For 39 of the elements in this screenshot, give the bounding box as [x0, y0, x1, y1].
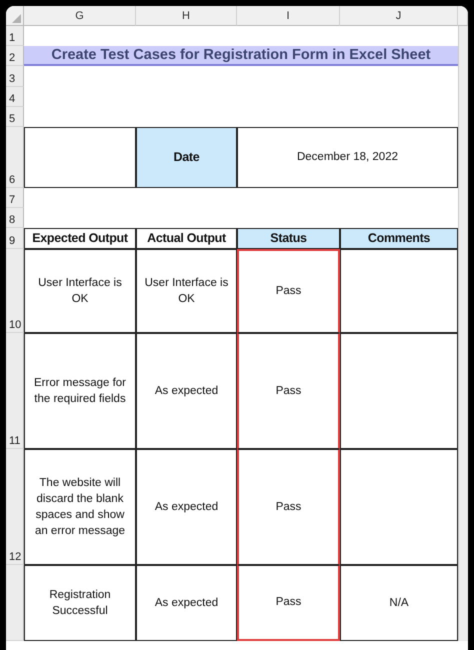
row-number[interactable]: 3	[6, 66, 24, 87]
row-number[interactable]: 11	[6, 333, 24, 449]
column-heading: Expected Output	[24, 228, 136, 249]
sheet-title: Create Test Cases for Registration Form in Excel Sheet	[24, 46, 458, 66]
column-heading: Comments	[340, 228, 458, 249]
row-number[interactable]: 6	[6, 127, 24, 188]
table-cell: Pass	[237, 333, 340, 449]
table-cell: Pass	[237, 565, 340, 641]
column-heading: Status	[237, 228, 340, 249]
column-header[interactable]: J	[340, 6, 458, 26]
row-number[interactable]: 10	[6, 249, 24, 333]
row-number[interactable]: 9	[6, 228, 24, 249]
column-header[interactable]: I	[237, 6, 340, 26]
row-number[interactable]: 1	[6, 26, 24, 46]
table-cell: Pass	[237, 249, 340, 333]
table-cell: User Interface is OK	[136, 249, 237, 333]
column-heading: Actual Output	[136, 228, 237, 249]
column-header[interactable]: G	[24, 6, 136, 26]
column-header[interactable]: H	[136, 6, 237, 26]
date-label: Date	[136, 127, 237, 188]
row-number[interactable]: 12	[6, 449, 24, 565]
row-number[interactable]	[6, 565, 24, 641]
table-cell: As expected	[136, 565, 237, 641]
row-number[interactable]: 8	[6, 208, 24, 228]
row-number[interactable]: 4	[6, 87, 24, 107]
table-cell: Pass	[237, 449, 340, 565]
table-cell: N/A	[340, 565, 458, 641]
date-value: December 18, 2022	[237, 127, 458, 188]
select-all-icon[interactable]	[12, 14, 21, 23]
column-header[interactable]	[458, 6, 468, 26]
table-cell: User Interface is OK	[24, 249, 136, 333]
row-number[interactable]: 2	[6, 46, 24, 66]
table-cell: As expected	[136, 333, 237, 449]
table-cell: Error message for the required fields	[24, 333, 136, 449]
table-cell: As expected	[136, 449, 237, 565]
row-number[interactable]: 5	[6, 107, 24, 127]
table-cell: The website will discard the blank spaces and show an error message	[24, 449, 136, 565]
table-cell: Registration Successful	[24, 565, 136, 641]
row-number[interactable]: 7	[6, 188, 24, 208]
